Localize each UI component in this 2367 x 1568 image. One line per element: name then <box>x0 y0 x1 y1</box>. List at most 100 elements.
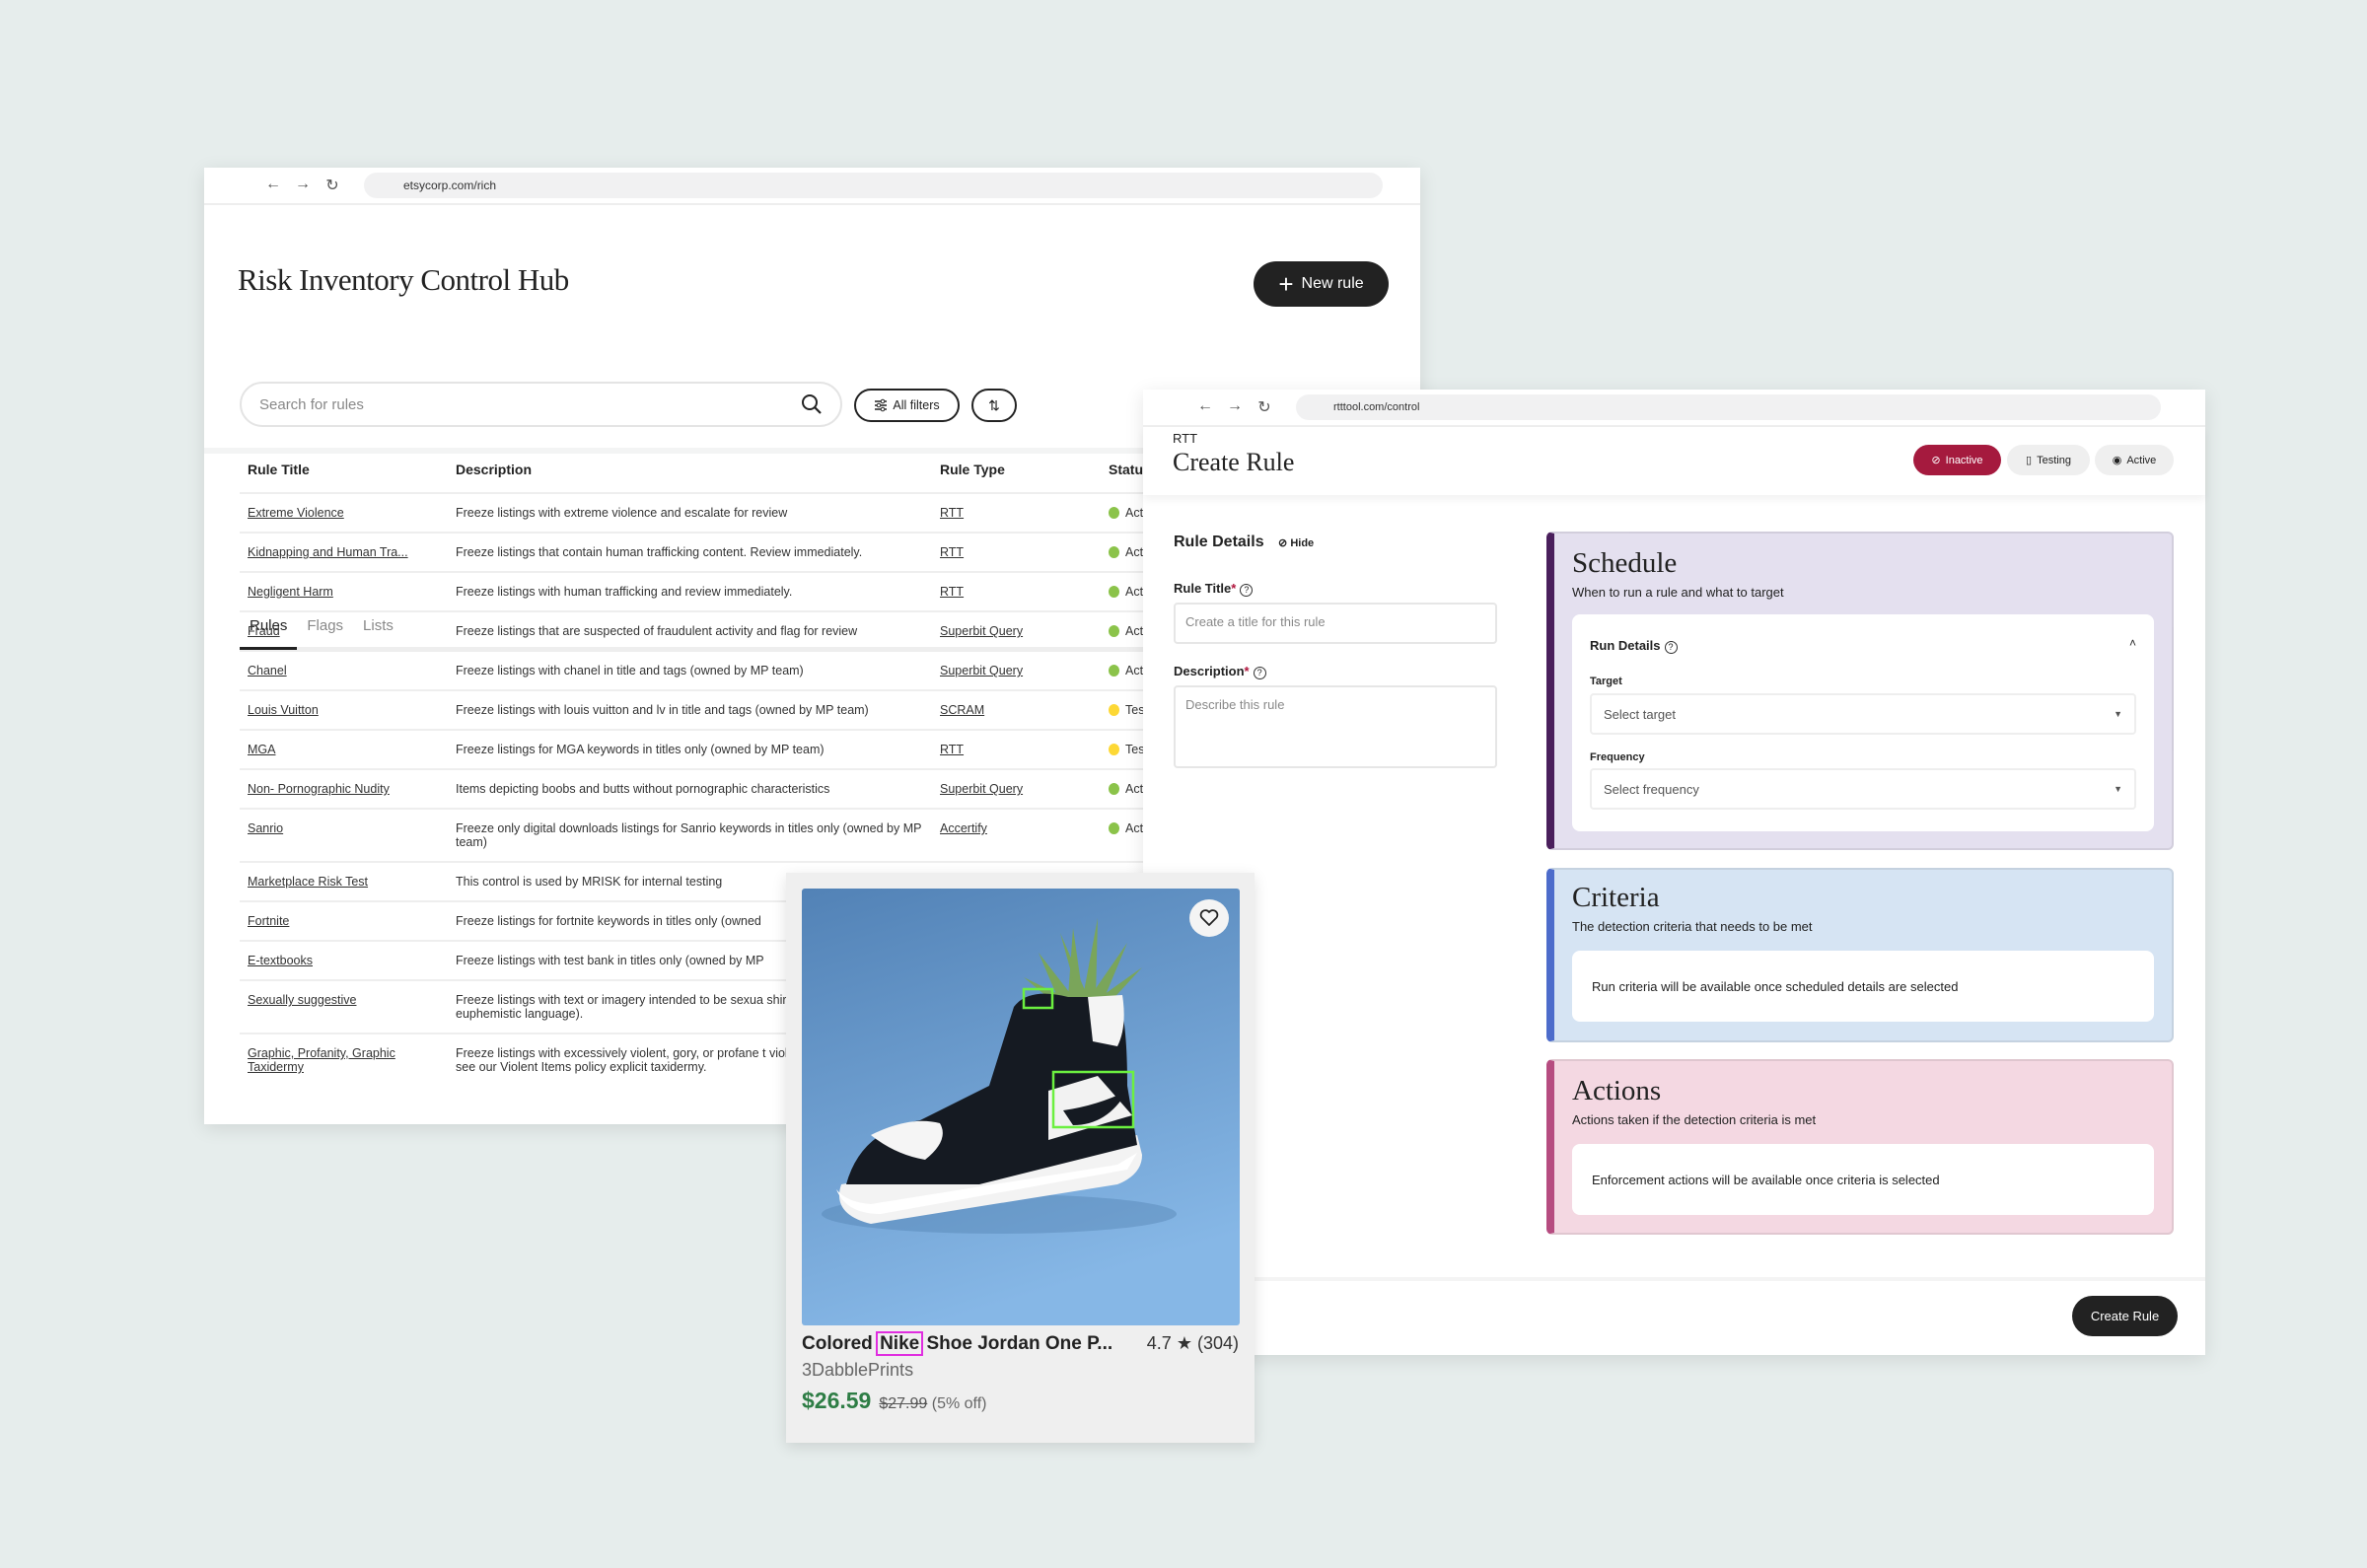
rule-title-label: Rule Title*? <box>1174 581 1254 597</box>
rule-title-link[interactable]: Kidnapping and Human Tra... <box>248 545 408 559</box>
help-icon[interactable]: ? <box>1240 584 1254 597</box>
chevron-up-icon[interactable]: ˄ <box>2129 636 2136 650</box>
discount: (5% off) <box>931 1395 987 1412</box>
rule-title-link[interactable]: E-textbooks <box>248 954 313 967</box>
rule-type-cell: RTT <box>932 492 1101 533</box>
rule-type-cell: Superbit Query <box>932 610 1101 651</box>
search-input[interactable]: Search for rules <box>240 382 842 427</box>
caret-down-icon: ▼ <box>2114 784 2122 794</box>
help-icon[interactable]: ? <box>1664 641 1678 654</box>
rule-description: Freeze listings with louis vuitton and l… <box>456 703 869 717</box>
create-rule-button[interactable]: Create Rule <box>2072 1296 2178 1336</box>
eye-off-icon: ⊘ <box>1278 537 1288 549</box>
schedule-title: Schedule <box>1572 547 1678 579</box>
rule-type-link[interactable]: Superbit Query <box>940 782 1023 796</box>
rule-description: Freeze listings with human trafficking a… <box>456 585 793 599</box>
rule-title-cell: Chanel <box>240 650 448 690</box>
status-testing-button[interactable]: ▯ Testing <box>2007 445 2090 475</box>
rtt-header: RTT Create Rule ⊘ Inactive ▯ Testing ◉ Acti… <box>1143 427 2205 495</box>
rule-title-link[interactable]: MGA <box>248 743 275 756</box>
actions-card: Actions Actions taken if the detection c… <box>1546 1059 2174 1235</box>
rating: 4.7 ★ (304) <box>1146 1333 1239 1353</box>
search-icon[interactable] <box>801 393 823 415</box>
rule-title-link[interactable]: Louis Vuitton <box>248 703 319 717</box>
url-bar[interactable]: etsycorp.com/rich <box>364 173 1383 198</box>
shop-name[interactable]: 3DabblePrints <box>802 1360 913 1381</box>
col-rule-type[interactable]: Rule Type <box>932 446 1101 493</box>
rule-title-link[interactable]: Marketplace Risk Test <box>248 875 368 889</box>
rule-title-link[interactable]: Negligent Harm <box>248 585 333 599</box>
rule-type-link[interactable]: RTT <box>940 545 964 559</box>
run-details-panel: Run Details? ˄ Target Select target ▼ Fre… <box>1572 614 2154 831</box>
browser-bar: ← → ↻ rtttool.com/control <box>1143 390 2205 427</box>
criteria-title: Criteria <box>1572 882 1660 913</box>
new-rule-label: New rule <box>1301 275 1364 292</box>
original-price: $27.99 <box>879 1395 928 1412</box>
rule-title-link[interactable]: Fortnite <box>248 914 289 928</box>
rule-type-link[interactable]: Superbit Query <box>940 664 1023 677</box>
hide-toggle[interactable]: ⊘ Hide <box>1278 537 1314 549</box>
forward-icon[interactable]: → <box>295 176 311 195</box>
status-dot <box>1109 546 1119 558</box>
rule-type-cell: Accertify <box>932 808 1101 862</box>
url-bar[interactable]: rtttool.com/control <box>1296 394 2161 420</box>
reload-icon[interactable]: ↻ <box>324 176 340 195</box>
rule-title-link[interactable]: Sexually suggestive <box>248 993 356 1007</box>
col-rule-title[interactable]: Rule Title <box>240 446 448 493</box>
actions-subtitle: Actions taken if the detection criteria … <box>1572 1112 1817 1127</box>
rule-description: Freeze listings that contain human traff… <box>456 545 863 559</box>
reload-icon[interactable]: ↻ <box>1256 397 1272 417</box>
status-dot <box>1109 744 1119 755</box>
rule-title-link[interactable]: Chanel <box>248 664 287 677</box>
target-select[interactable]: Select target ▼ <box>1590 693 2136 735</box>
schedule-card: Schedule When to run a rule and what to … <box>1546 532 2174 850</box>
help-icon[interactable]: ? <box>1253 667 1266 679</box>
product-title[interactable]: Colored Nike Shoe Jordan One P... <box>802 1331 1112 1356</box>
sort-icon: ⇅ <box>988 396 1000 413</box>
frequency-label: Frequency <box>1590 751 1645 763</box>
new-rule-button[interactable]: + New rule <box>1254 261 1389 307</box>
frequency-select[interactable]: Select frequency ▼ <box>1590 768 2136 810</box>
rule-description: This control is used by MRISK for intern… <box>456 875 723 889</box>
rule-title-cell: Fraud <box>240 610 448 651</box>
all-filters-button[interactable]: All filters <box>854 389 960 422</box>
sort-button[interactable]: ⇅ <box>971 389 1017 422</box>
back-icon[interactable]: ← <box>1197 397 1213 417</box>
status-active-button[interactable]: ◉ Active <box>2095 445 2174 475</box>
description-textarea[interactable]: Describe this rule <box>1174 685 1497 768</box>
status-inactive-button[interactable]: ⊘ Inactive <box>1913 445 2001 475</box>
rule-title-input[interactable]: Create a title for this rule <box>1174 603 1497 644</box>
rule-type-link[interactable]: RTT <box>940 585 964 599</box>
page-title: Create Rule <box>1173 448 1295 476</box>
rule-title-link[interactable]: Graphic, Profanity, Graphic Taxidermy <box>248 1046 395 1074</box>
col-description[interactable]: Description <box>448 446 932 493</box>
rule-title-link[interactable]: Extreme Violence <box>248 506 344 520</box>
description-cell: Freeze listings for MGA keywords in titl… <box>448 729 932 769</box>
status-dot <box>1109 783 1119 795</box>
rule-title-link[interactable]: Non- Pornographic Nudity <box>248 782 390 796</box>
rule-type-cell: RTT <box>932 729 1101 769</box>
filter-sliders-icon <box>875 398 888 412</box>
rule-type-link[interactable]: RTT <box>940 743 964 756</box>
back-icon[interactable]: ← <box>265 176 281 195</box>
run-details-label[interactable]: Run Details? <box>1590 638 1678 654</box>
rule-type-cell: Superbit Query <box>932 768 1101 809</box>
rule-title-link[interactable]: Fraud <box>248 624 280 638</box>
rule-title-link[interactable]: Sanrio <box>248 821 283 835</box>
rule-title-cell: Graphic, Profanity, Graphic Taxidermy <box>240 1033 448 1086</box>
description-cell: Items depicting boobs and butts without … <box>448 768 932 809</box>
rule-type-link[interactable]: Superbit Query <box>940 624 1023 638</box>
product-card[interactable]: Colored Nike Shoe Jordan One P... 4.7 ★ … <box>786 873 1255 1443</box>
rule-type-cell: Superbit Query <box>932 650 1101 690</box>
rule-title-cell: Louis Vuitton <box>240 689 448 730</box>
rtt-window: ← → ↻ rtttool.com/control RTT Create Rule … <box>1143 390 2205 1355</box>
beaker-icon: ▯ <box>2026 455 2033 466</box>
rule-type-link[interactable]: RTT <box>940 506 964 520</box>
rule-type-link[interactable]: Accertify <box>940 821 987 835</box>
status-dot <box>1109 586 1119 598</box>
forward-icon[interactable]: → <box>1227 397 1243 417</box>
product-image[interactable] <box>802 889 1240 1325</box>
status-dot <box>1109 704 1119 716</box>
favorite-button[interactable] <box>1189 899 1229 937</box>
rule-type-link[interactable]: SCRAM <box>940 703 984 717</box>
